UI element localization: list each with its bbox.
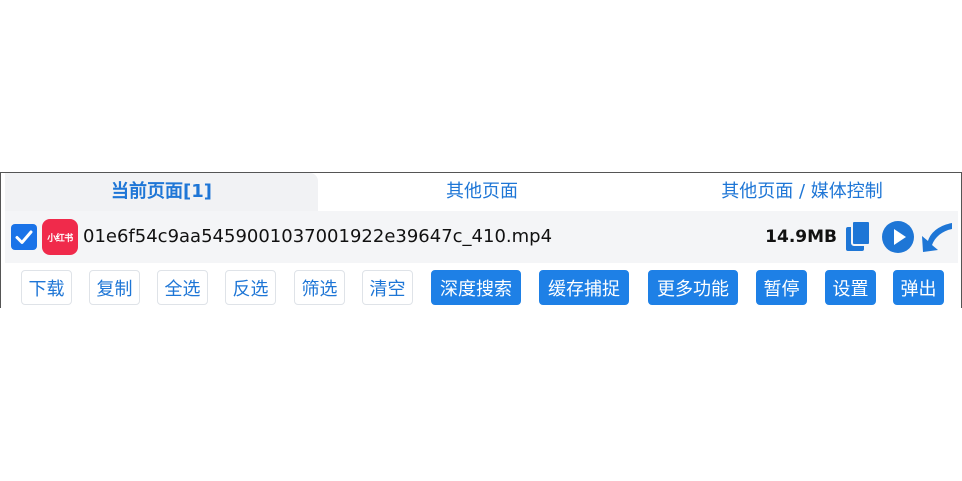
copy-link-icon[interactable]: [844, 219, 874, 255]
tab-other-pages-media-control[interactable]: 其他页面 / 媒体控制: [646, 173, 958, 211]
media-file-size: 14.9MB: [765, 227, 837, 247]
play-preview-icon[interactable]: [881, 220, 915, 254]
more-features-button[interactable]: 更多功能: [648, 270, 738, 305]
picture-in-picture-icon[interactable]: [919, 219, 955, 255]
tab-current-page[interactable]: 当前页面[1]: [5, 173, 318, 211]
settings-button[interactable]: 设置: [825, 270, 876, 305]
popup-button[interactable]: 弹出: [893, 270, 944, 305]
media-capture-panel: 当前页面[1] 其他页面 其他页面 / 媒体控制 小红书 01e6f54c9aa…: [0, 172, 962, 308]
media-list-item: 小红书 01e6f54c9aa5459001037001922e39647c_4…: [5, 211, 958, 263]
copy-button[interactable]: 复制: [89, 270, 140, 305]
tab-bar: 当前页面[1] 其他页面 其他页面 / 媒体控制: [1, 173, 961, 211]
clear-button[interactable]: 清空: [362, 270, 413, 305]
download-button[interactable]: 下载: [21, 270, 72, 305]
select-checkbox[interactable]: [11, 224, 37, 250]
action-toolbar: 下载 复制 全选 反选 筛选 清空 深度搜索 缓存捕捉 更多功能 暂停 设置 弹…: [5, 263, 958, 308]
tab-other-pages[interactable]: 其他页面: [318, 173, 646, 211]
invert-selection-button[interactable]: 反选: [225, 270, 276, 305]
media-filename[interactable]: 01e6f54c9aa5459001037001922e39647c_410.m…: [83, 211, 552, 263]
deep-search-button[interactable]: 深度搜索: [431, 270, 521, 305]
site-logo: 小红书: [42, 219, 78, 255]
pause-button[interactable]: 暂停: [756, 270, 807, 305]
cache-capture-button[interactable]: 缓存捕捉: [539, 270, 629, 305]
filter-button[interactable]: 筛选: [294, 270, 345, 305]
select-all-button[interactable]: 全选: [157, 270, 208, 305]
checkmark-icon: [15, 230, 33, 244]
